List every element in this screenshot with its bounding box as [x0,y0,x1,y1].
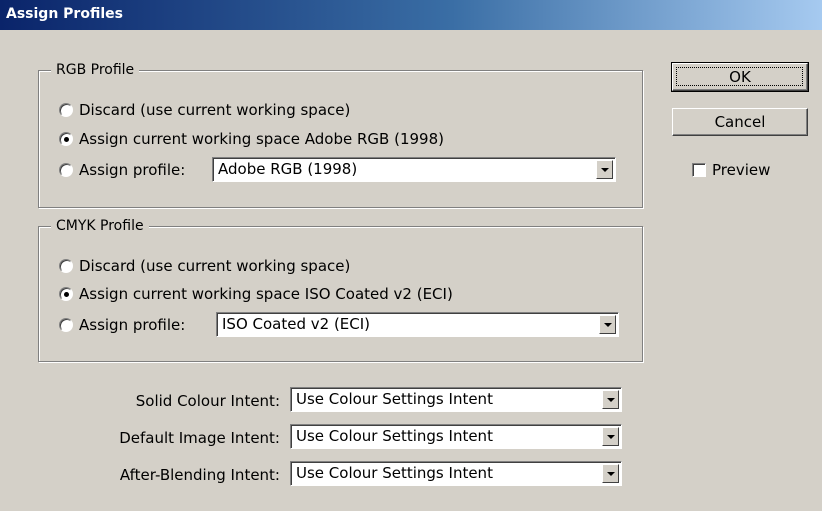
cancel-button-label: Cancel [714,113,766,131]
window-title: Assign Profiles [6,6,123,22]
title-bar: Assign Profiles [0,0,822,30]
cmyk-discard-option[interactable]: Discard (use current working space) [59,257,350,275]
default-image-intent-select[interactable]: Use Colour Settings Intent [290,424,622,449]
cmyk-discard-radio[interactable] [59,259,73,273]
cmyk-assign-profile-label: Assign profile: [79,316,186,334]
cmyk-assign-working-option[interactable]: Assign current working space ISO Coated … [59,285,453,303]
chevron-down-icon[interactable] [599,315,616,334]
ok-button[interactable]: OK [671,62,809,92]
after-blending-intent-select[interactable]: Use Colour Settings Intent [290,461,622,486]
chevron-down-icon[interactable] [602,464,619,483]
solid-colour-intent-select[interactable]: Use Colour Settings Intent [290,387,622,412]
rgb-profile-select[interactable]: Adobe RGB (1998) [212,157,616,182]
rgb-assign-profile-radio[interactable] [59,163,73,177]
cmyk-assign-profile-option[interactable]: Assign profile: [59,316,185,334]
after-blending-intent-value: Use Colour Settings Intent [296,464,493,482]
cmyk-assign-working-radio[interactable] [59,287,73,301]
preview-label: Preview [712,161,771,179]
cancel-button[interactable]: Cancel [672,108,808,136]
cmyk-profile-select[interactable]: ISO Coated v2 (ECI) [216,312,619,337]
chevron-down-icon[interactable] [596,160,613,179]
preview-checkbox[interactable] [692,163,706,177]
cmyk-discard-label: Discard (use current working space) [79,257,351,275]
default-image-intent-value: Use Colour Settings Intent [296,427,493,445]
rgb-assign-working-option[interactable]: Assign current working space Adobe RGB (… [59,130,444,148]
rgb-discard-label: Discard (use current working space) [79,101,351,119]
cmyk-profile-group: CMYK Profile Discard (use current workin… [38,217,643,362]
chevron-down-icon[interactable] [602,427,619,446]
cmyk-assign-working-label: Assign current working space ISO Coated … [79,285,453,303]
rgb-profile-title: RGB Profile [51,61,140,79]
cmyk-profile-title: CMYK Profile [51,217,149,235]
default-image-intent-label: Default Image Intent: [119,429,280,447]
cmyk-assign-profile-radio[interactable] [59,318,73,332]
rgb-profile-group: RGB Profile Discard (use current working… [38,61,643,208]
preview-checkbox-row[interactable]: Preview [692,161,770,179]
rgb-profile-value: Adobe RGB (1998) [218,160,358,178]
solid-colour-intent-label: Solid Colour Intent: [135,392,280,410]
chevron-down-icon[interactable] [602,390,619,409]
after-blending-intent-label: After-Blending Intent: [119,466,280,484]
cmyk-profile-value: ISO Coated v2 (ECI) [222,315,371,333]
rgb-assign-profile-option[interactable]: Assign profile: [59,161,185,179]
rgb-assign-working-radio[interactable] [59,132,73,146]
rgb-assign-profile-label: Assign profile: [79,161,186,179]
solid-colour-intent-value: Use Colour Settings Intent [296,390,493,408]
rgb-discard-option[interactable]: Discard (use current working space) [59,101,350,119]
focus-rectangle [676,67,803,86]
rgb-assign-working-label: Assign current working space Adobe RGB (… [79,130,444,148]
rgb-discard-radio[interactable] [59,103,73,117]
dialog-body: RGB Profile Discard (use current working… [0,30,822,511]
